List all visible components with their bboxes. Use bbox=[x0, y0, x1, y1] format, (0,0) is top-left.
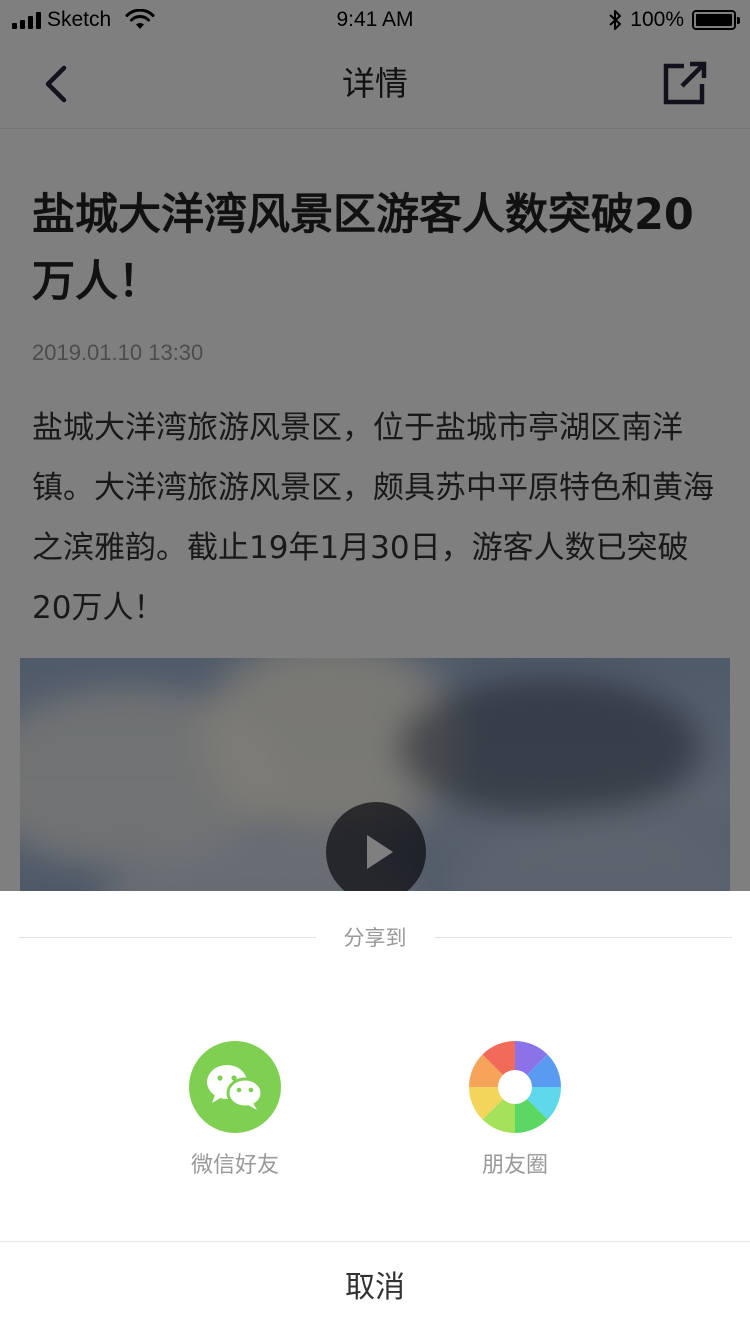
share-moments-button[interactable]: 朋友圈 bbox=[435, 1041, 595, 1179]
share-sheet: 分享到 微信好友 朋友圈 取消 bbox=[0, 891, 750, 1334]
detail-screen: Sketch 9:41 AM 100% 详情 bbox=[0, 0, 750, 1334]
divider-line bbox=[434, 937, 732, 938]
moments-icon bbox=[469, 1041, 561, 1133]
cancel-button[interactable]: 取消 bbox=[0, 1242, 750, 1334]
share-sheet-header: 分享到 bbox=[18, 921, 732, 955]
wechat-icon bbox=[189, 1041, 281, 1133]
share-wechat-label: 微信好友 bbox=[190, 1153, 279, 1178]
share-moments-label: 朋友圈 bbox=[481, 1153, 548, 1178]
share-sheet-title: 分享到 bbox=[343, 926, 407, 950]
share-wechat-button[interactable]: 微信好友 bbox=[155, 1041, 315, 1179]
